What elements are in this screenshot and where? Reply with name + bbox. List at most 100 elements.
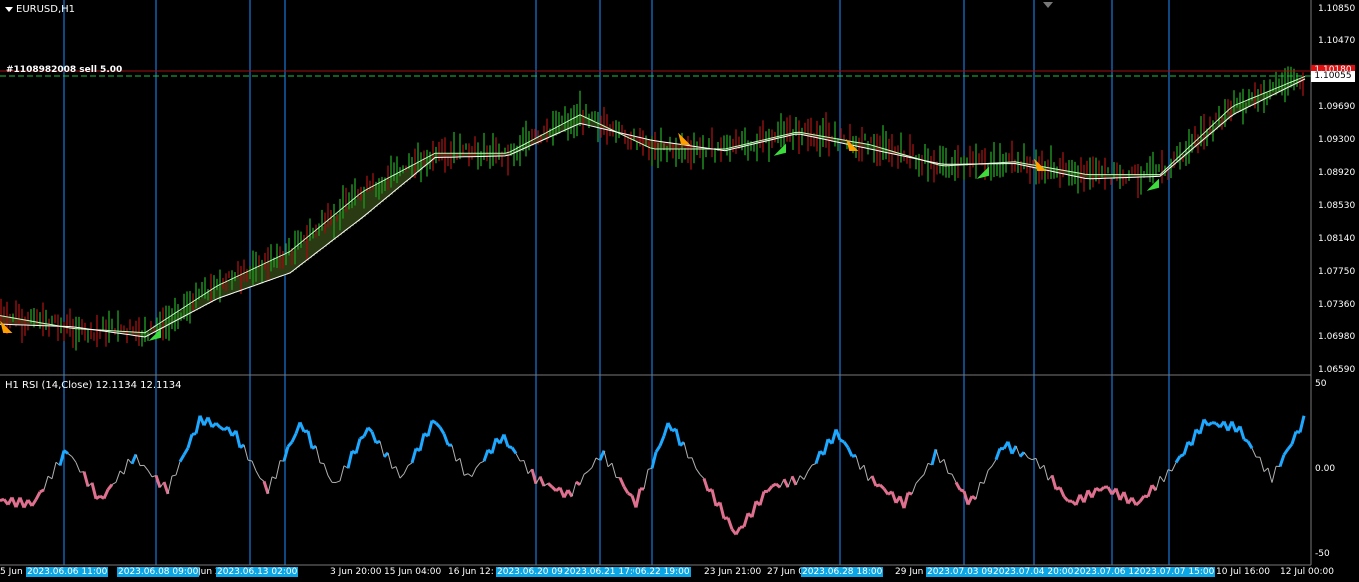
rsi-segment xyxy=(1015,445,1021,457)
rsi-segment xyxy=(658,435,666,447)
buy-arrow-icon xyxy=(976,166,989,179)
rsi-segment xyxy=(259,477,265,482)
rsi-segment xyxy=(1207,421,1213,427)
rsi-axis-label: -50 xyxy=(1315,549,1330,559)
price-axis-label: 1.08530 xyxy=(1318,201,1356,211)
rsi-segment xyxy=(591,457,597,468)
rsi-segment xyxy=(822,438,830,456)
rsi-segment xyxy=(814,450,822,464)
rsi-segment xyxy=(1163,469,1169,483)
rsi-segment xyxy=(902,492,910,509)
rsi-segment xyxy=(418,433,426,451)
rsi-segment xyxy=(442,433,450,446)
rsi-segment xyxy=(290,432,298,443)
rsi-segment xyxy=(75,462,81,473)
rsi-segment xyxy=(323,463,329,476)
rsi-segment xyxy=(182,447,190,456)
rsi-segment xyxy=(550,485,558,492)
rsi-segment xyxy=(375,439,381,445)
rsi-segment xyxy=(335,480,341,483)
rsi-segment xyxy=(475,462,481,469)
time-axis-highlight: 2023.07.07 15:00 xyxy=(1133,567,1216,577)
rsi-segment xyxy=(846,446,854,457)
time-axis-highlight: 2023.06.13 02:00 xyxy=(216,567,299,577)
time-axis-label: 29 Jun xyxy=(895,567,924,577)
chart-shift-icon[interactable] xyxy=(1043,2,1053,8)
rsi-segment xyxy=(178,454,186,463)
rsi-segment xyxy=(726,517,734,530)
rsi-segment xyxy=(51,462,57,479)
rsi-segment xyxy=(842,441,850,449)
rsi-segment xyxy=(395,466,401,479)
rsi-segment xyxy=(1246,440,1254,449)
rsi-segment xyxy=(306,430,314,449)
rsi-segment xyxy=(907,491,913,496)
time-axis-label: 16 Jun 12: xyxy=(448,567,494,577)
time-axis-label: 3 Jun 20:00 xyxy=(330,567,382,577)
rsi-segment xyxy=(622,485,630,495)
rsi-segment xyxy=(1135,500,1141,507)
rsi-segment xyxy=(1027,457,1033,461)
rsi-segment xyxy=(1190,429,1198,446)
rsi-segment xyxy=(47,475,53,480)
rsi-segment xyxy=(194,415,202,434)
rsi-segment xyxy=(426,420,434,437)
rsi-segment xyxy=(311,444,317,450)
rsi-segment xyxy=(507,445,513,449)
rsi-axis-label: 50 xyxy=(1315,379,1327,389)
rsi-segment xyxy=(147,470,153,478)
rsi-segment xyxy=(839,438,845,444)
rsi-segment xyxy=(1155,476,1161,491)
rsi-segment xyxy=(359,435,365,440)
rsi-segment xyxy=(1171,462,1177,472)
rsi-segment xyxy=(734,526,742,536)
rsi-segment xyxy=(991,459,997,467)
buy-arrow-icon xyxy=(1146,178,1159,191)
rsi-segment xyxy=(870,475,878,487)
chart-canvas[interactable] xyxy=(0,0,1359,582)
rsi-segment xyxy=(119,470,125,475)
rsi-segment xyxy=(167,475,173,495)
rsi-segment xyxy=(811,463,817,466)
rsi-segment xyxy=(523,460,529,474)
rsi-segment xyxy=(607,462,613,468)
rsi-segment xyxy=(463,473,469,476)
rsi-segment xyxy=(971,494,977,501)
rsi-segment xyxy=(851,454,857,458)
rsi-segment xyxy=(403,465,409,475)
rsi-segment xyxy=(710,489,718,507)
rsi-segment xyxy=(598,450,606,461)
order-label: #1108982008 sell 5.00 xyxy=(6,65,123,75)
rsi-segment xyxy=(915,478,921,484)
rsi-segment xyxy=(434,422,442,429)
rsi-segment xyxy=(1058,486,1066,498)
rsi-segment xyxy=(366,426,374,433)
time-axis-highlight: 2023.06.08 09:00 xyxy=(117,567,200,577)
rsi-segment xyxy=(718,502,726,519)
rsi-segment xyxy=(123,458,129,475)
rsi-segment xyxy=(1282,448,1290,456)
rsi-segment xyxy=(647,467,653,470)
rsi-segment xyxy=(111,481,117,485)
time-axis-highlight: 2023.06.21 17:00 xyxy=(563,567,646,577)
price-axis-label: 1.06980 xyxy=(1318,332,1356,342)
ma-band-segment xyxy=(366,189,369,215)
rsi-segment xyxy=(983,470,989,484)
rsi-segment xyxy=(271,476,277,480)
time-axis-highlight: 06.22 19:00 xyxy=(634,567,691,577)
rsi-segment xyxy=(530,468,538,485)
rsi-segment xyxy=(1150,484,1158,492)
rsi-segment xyxy=(90,482,98,500)
symbol-header[interactable]: EURUSD,H1 xyxy=(5,4,75,15)
rsi-segment xyxy=(267,476,273,494)
time-axis-label: 27 Jun 0 xyxy=(767,567,804,577)
rsi-segment xyxy=(319,462,325,465)
rsi-segment xyxy=(379,441,385,457)
rsi-segment xyxy=(459,458,465,476)
rsi-segment xyxy=(1023,451,1029,458)
rsi-segment xyxy=(455,457,461,462)
rsi-segment xyxy=(1290,431,1298,445)
rsi-segment xyxy=(1031,457,1037,461)
rsi-segment xyxy=(878,483,886,490)
ma-band-segment xyxy=(372,186,375,210)
